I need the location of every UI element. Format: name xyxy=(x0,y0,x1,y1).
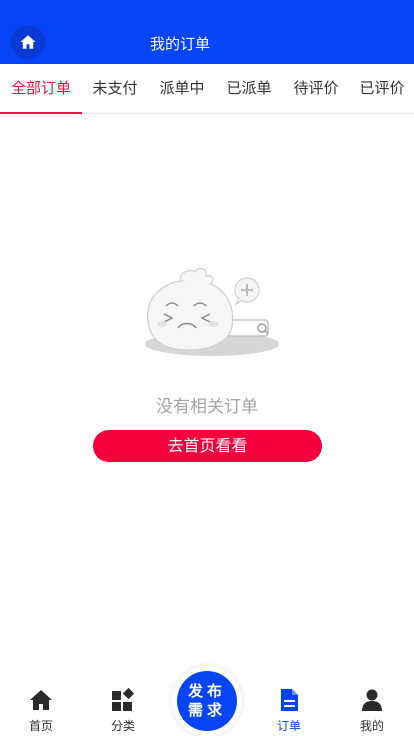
empty-bun-search-illustration xyxy=(145,267,279,356)
nav-label-category: 分类 xyxy=(110,719,135,733)
publish-label-line1: 发布 xyxy=(187,682,226,700)
page-title: 我的订单 xyxy=(149,35,210,53)
order-status-tabs: 全部订单 未支付 派单中 已派单 待评价 已评价 xyxy=(0,64,414,114)
tab-unpaid[interactable]: 未支付 xyxy=(82,64,148,114)
nav-item-category[interactable]: 分类 xyxy=(82,680,164,736)
tab-to-review[interactable]: 待评价 xyxy=(282,64,350,114)
order-document-icon xyxy=(281,689,298,711)
home-icon xyxy=(30,690,52,710)
nav-item-home[interactable]: 首页 xyxy=(0,680,82,736)
nav-item-profile[interactable]: 我的 xyxy=(331,680,413,736)
publish-request-button[interactable]: 发布 需求 xyxy=(177,671,237,731)
top-header: 我的订单 xyxy=(0,0,414,64)
nav-label-profile: 我的 xyxy=(359,719,384,733)
category-icon xyxy=(112,688,135,711)
nav-label-orders: 订单 xyxy=(276,719,301,733)
tab-dispatched[interactable]: 已派单 xyxy=(216,64,282,114)
active-tab-indicator xyxy=(0,112,82,114)
user-icon xyxy=(362,689,382,711)
publish-label-line2: 需求 xyxy=(187,701,226,719)
nav-label-home: 首页 xyxy=(28,719,53,733)
tab-all-orders[interactable]: 全部订单 xyxy=(0,64,82,114)
empty-message: 没有相关订单 xyxy=(156,397,258,417)
tab-dispatching[interactable]: 派单中 xyxy=(148,64,216,114)
go-home-button[interactable]: 去首页看看 xyxy=(93,430,322,462)
nav-item-orders[interactable]: 订单 xyxy=(248,680,330,736)
tab-reviewed[interactable]: 已评价 xyxy=(350,64,414,114)
